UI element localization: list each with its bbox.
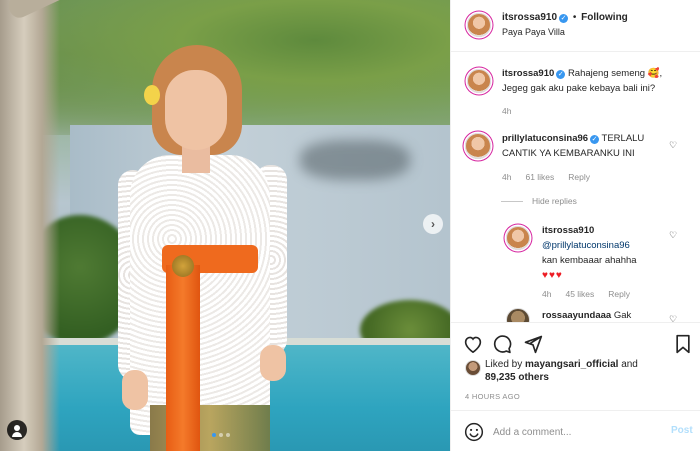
right-hand	[260, 345, 286, 381]
reply-meta: 4h 45 likes Reply	[542, 289, 630, 299]
add-comment-bar: Post	[451, 410, 700, 451]
likes-summary: Liked by mayangsari_official and 89,235 …	[485, 358, 638, 384]
likes-count[interactable]: 89,235 others	[485, 372, 549, 383]
reply: itsrossa910 @prillylatuconsina96 kan kem…	[542, 223, 672, 283]
reply-time[interactable]: 4h	[542, 289, 551, 299]
reply-likes[interactable]: 45 likes	[565, 289, 594, 299]
author-avatar[interactable]	[467, 13, 491, 37]
smiley-icon[interactable]	[464, 422, 484, 442]
carousel-indicator	[212, 433, 230, 437]
comment-reply-button[interactable]: Reply	[568, 172, 590, 182]
face	[165, 70, 227, 150]
post-location[interactable]: Paya Paya Villa	[502, 27, 565, 37]
caption: itsrossa910 ✓ Rahajeng semeng 🥰, Jegeg ga…	[502, 66, 692, 96]
hide-replies-row: Hide replies	[532, 196, 577, 206]
post-image[interactable]: ›	[0, 0, 450, 451]
white-lace-kebaya	[130, 155, 270, 435]
chevron-right-icon: ›	[431, 217, 435, 231]
separator-dot: •	[572, 12, 577, 23]
partial-commenter-username[interactable]: rossaayundaaa	[542, 310, 611, 321]
comment: prillylatuconsina96 ✓ TERLALU CANTIK YA K…	[502, 131, 682, 161]
comment-meta: 4h 61 likes Reply	[502, 172, 590, 182]
hide-replies-button[interactable]: Hide replies	[532, 196, 577, 206]
caption-time[interactable]: 4h	[502, 106, 511, 116]
carousel-dot	[226, 433, 230, 437]
following-button[interactable]: Following	[581, 12, 628, 23]
caption-username[interactable]: itsrossa910	[502, 68, 554, 79]
left-hand	[122, 370, 148, 410]
user-icon	[14, 425, 20, 431]
carousel-dot	[219, 433, 223, 437]
heart-outline-icon[interactable]	[462, 333, 484, 355]
verified-badge-icon: ✓	[590, 135, 600, 144]
send-icon[interactable]	[522, 333, 544, 355]
caption-meta: 4h	[502, 106, 511, 116]
tree-trunk	[0, 0, 60, 451]
reply-avatar[interactable]	[506, 226, 530, 250]
carousel-dot	[212, 433, 216, 437]
reply-reply-button[interactable]: Reply	[608, 289, 630, 299]
comment-text-line1: TERLALU	[601, 133, 645, 144]
caption-text-line2: Jegeg gak aku pake kebaya bali ini?	[502, 83, 656, 94]
reply-mention[interactable]: @prillylatuconsina96	[542, 240, 630, 251]
wall-stain	[300, 140, 410, 180]
post-actions: Liked by mayangsari_official and 89,235 …	[451, 322, 700, 451]
post-sidebar: itsrossa910 ✓ • Following Paya Paya Villa…	[450, 0, 700, 451]
comment-time[interactable]: 4h	[502, 172, 511, 182]
comment-text-line2: CANTIK YA KEMBARANKU INI	[502, 148, 635, 159]
gold-brooch	[172, 255, 194, 277]
caption-avatar[interactable]	[467, 69, 491, 93]
liker-avatar[interactable]	[465, 360, 481, 376]
partial-comment: rossaayundaaa Gak	[542, 308, 682, 322]
post-timestamp[interactable]: 4 HOURS AGO	[465, 392, 520, 401]
comment-like-heart-icon[interactable]: ♡	[669, 140, 677, 151]
post-header: itsrossa910 ✓ • Following Paya Paya Villa	[451, 0, 700, 52]
comment-icon[interactable]	[491, 333, 513, 355]
commenter-avatar[interactable]	[465, 133, 491, 159]
reply-like-heart-icon[interactable]: ♡	[669, 230, 677, 241]
author-username[interactable]: itsrossa910	[502, 12, 557, 23]
hair-flower	[144, 85, 160, 105]
verified-badge-icon: ✓	[559, 14, 569, 23]
post-comment-button[interactable]: Post	[671, 425, 693, 436]
caption-text-line1: Rahajeng semeng 🥰,	[567, 68, 663, 79]
verified-badge-icon: ✓	[556, 70, 566, 79]
likes-conj: and	[621, 359, 638, 370]
header-user-line: itsrossa910 ✓ • Following	[502, 12, 628, 23]
partial-comment-heart-icon[interactable]: ♡	[669, 314, 677, 322]
replies-divider	[501, 201, 523, 202]
user-icon-body	[12, 432, 22, 437]
bookmark-icon[interactable]	[672, 333, 694, 355]
orange-sash-tail	[166, 265, 200, 451]
comment-likes[interactable]: 61 likes	[525, 172, 554, 182]
commenter-username[interactable]: prillylatuconsina96	[502, 133, 588, 144]
partial-comment-text: Gak	[613, 310, 632, 321]
next-image-button[interactable]: ›	[423, 214, 443, 234]
red-hearts-emoji: ♥♥♥	[542, 270, 563, 281]
tagged-users-button[interactable]	[7, 420, 27, 440]
partial-commenter-avatar[interactable]	[506, 308, 530, 322]
comments-list: itsrossa910 ✓ Rahajeng semeng 🥰, Jegeg ga…	[451, 52, 700, 322]
liker-username[interactable]: mayangsari_official	[525, 359, 618, 370]
reply-text: kan kembaaar ahahha	[542, 255, 637, 266]
reply-username[interactable]: itsrossa910	[542, 225, 594, 236]
likes-prefix: Liked by	[485, 359, 523, 370]
woman-in-kebaya	[110, 45, 310, 451]
add-comment-input[interactable]	[493, 423, 653, 441]
